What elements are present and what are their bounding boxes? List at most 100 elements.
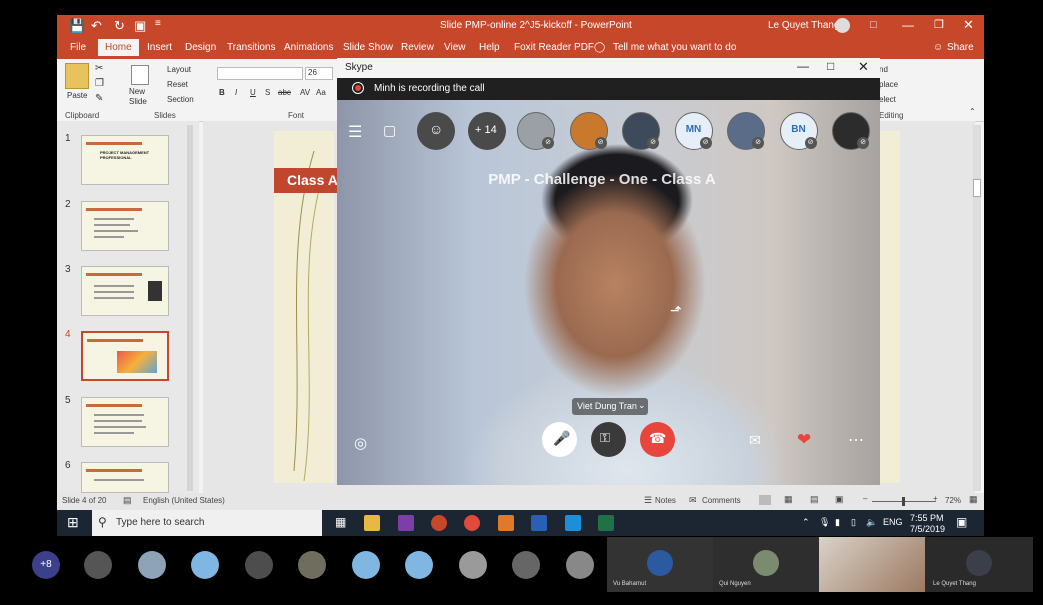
tab-help[interactable]: Help [479,42,500,53]
redo-icon[interactable]: ↻ [114,18,125,34]
participant-avatar[interactable]: ⊘ [517,112,555,150]
tab-file[interactable]: File [70,42,86,53]
canvas-scrollbar[interactable] [973,125,981,491]
excel-icon[interactable] [598,515,614,531]
tray-overflow-icon[interactable]: ⌃ [802,517,810,528]
fit-slide-icon[interactable]: ▦ [969,494,978,505]
task-view-icon[interactable]: ▦ [335,515,346,529]
layout-button[interactable]: Layout [167,65,191,74]
replace-button[interactable]: place [879,80,898,89]
minimize-icon[interactable]: — [797,59,809,73]
more-options-icon[interactable]: ⋯ [848,430,864,450]
avatar[interactable] [191,551,219,579]
tab-foxit[interactable]: Foxit Reader PDF [514,42,594,53]
language-label[interactable]: English (United States) [143,496,225,505]
slide-thumbnail-4[interactable] [81,331,169,381]
app-icon[interactable] [498,515,514,531]
heart-icon[interactable]: ❤ [797,430,811,450]
font-size-dropdown[interactable]: 26 [305,67,333,80]
zoom-out-icon[interactable]: – [863,494,867,503]
slide-thumbnail-1[interactable]: PROJECT MANAGEMENT PROFESSIONAL [81,135,169,185]
avatar[interactable] [405,551,433,579]
file-explorer-icon[interactable] [364,515,380,531]
strikethrough-icon[interactable]: abc [278,88,291,97]
shadow-icon[interactable]: S [265,88,270,97]
change-case-icon[interactable]: Aa [316,88,326,97]
clock-date[interactable]: 7/5/2019 [910,524,945,534]
reading-view-icon[interactable]: ▤ [810,494,819,505]
video-toggle-button[interactable]: ⚿ [591,422,626,457]
more-participants-button[interactable]: + 14 [468,112,506,150]
taskbar-search[interactable]: ⚲ Type here to search [92,510,322,536]
participant-tile[interactable]: Qui Nguyen [713,537,819,592]
avatar[interactable] [298,551,326,579]
end-call-button[interactable]: ☎ [640,422,675,457]
menu-icon[interactable]: ☰ [348,122,362,142]
participant-avatar[interactable]: ⊘ [622,112,660,150]
ribbon-display-icon[interactable]: □ [870,19,877,31]
participant-avatar[interactable]: ⊘ [832,112,870,150]
paste-button[interactable]: Paste [67,91,87,100]
new-slide-button[interactable]: New Slide [129,87,153,107]
language-indicator[interactable]: ENG [883,517,903,527]
participant-avatar[interactable]: MN ⊘ [674,112,713,150]
share-button[interactable]: Share [947,42,974,53]
battery-icon[interactable]: ▮ [835,517,840,528]
undo-icon[interactable]: ↶ [91,18,102,34]
zoom-in-icon[interactable]: + [933,494,938,503]
word-icon[interactable] [531,515,547,531]
avatar[interactable] [835,18,850,33]
participant-tile[interactable]: Vu Baharnut [607,537,713,592]
sorter-view-icon[interactable]: ▦ [784,494,793,505]
reset-button[interactable]: Reset [167,80,188,89]
action-center-icon[interactable]: ▣ [956,515,967,529]
add-participant-button[interactable]: ☺ [417,112,455,150]
close-icon[interactable]: ✕ [858,59,869,75]
minimize-icon[interactable]: — [902,18,914,32]
format-painter-icon[interactable]: ✎ [95,93,103,104]
avatar[interactable] [512,551,540,579]
restore-icon[interactable]: ❐ [934,18,944,31]
zoom-slider[interactable] [872,497,936,506]
underline-icon[interactable]: U [250,88,256,97]
find-button[interactable]: nd [879,65,888,74]
tab-home[interactable]: Home [98,39,139,56]
clock-time[interactable]: 7:55 PM [910,513,944,523]
slideshow-view-icon[interactable]: ▣ [835,494,844,505]
close-icon[interactable]: ✕ [963,17,974,33]
powerpoint-icon[interactable] [431,515,447,531]
customize-qat-icon[interactable]: ≡ [155,18,161,29]
paste-icon[interactable] [65,63,89,89]
tab-transitions[interactable]: Transitions [227,42,276,53]
font-name-dropdown[interactable] [217,67,303,80]
participant-avatar[interactable]: BN ⊘ [779,112,818,150]
skype-icon[interactable] [565,515,581,531]
spacing-icon[interactable]: AV [300,88,310,97]
chrome-icon[interactable] [464,515,480,531]
slide-thumbnail-3[interactable] [81,266,169,316]
layout-icon[interactable]: ▢ [383,122,396,139]
tab-insert[interactable]: Insert [147,42,172,53]
tab-view[interactable]: View [444,42,466,53]
volume-icon[interactable]: 🔈 [866,517,877,528]
avatar[interactable] [566,551,594,579]
screenshot-icon[interactable]: ◎ [354,434,367,452]
italic-icon[interactable]: I [235,88,237,97]
windows-start-icon[interactable]: ⊞ [67,514,79,531]
chat-icon[interactable]: ✉ [749,432,761,449]
present-icon[interactable]: ▣ [134,18,146,34]
avatar[interactable] [84,551,112,579]
normal-view-icon[interactable] [759,495,771,505]
avatar[interactable] [459,551,487,579]
microphone-tray-icon[interactable]: 🎙 [819,517,830,528]
avatar[interactable] [352,551,380,579]
collapse-ribbon-icon[interactable]: ⌃ [969,107,976,116]
participant-avatar[interactable]: ⊘ [727,112,765,150]
slide-thumbnail-5[interactable] [81,397,169,447]
save-icon[interactable]: 💾 [69,18,85,34]
zoom-level[interactable]: 72% [945,496,961,505]
new-slide-icon[interactable] [131,65,149,85]
tab-design[interactable]: Design [185,42,216,53]
overflow-count[interactable]: +8 [32,551,60,579]
mute-button[interactable]: 🎤 [542,422,577,457]
